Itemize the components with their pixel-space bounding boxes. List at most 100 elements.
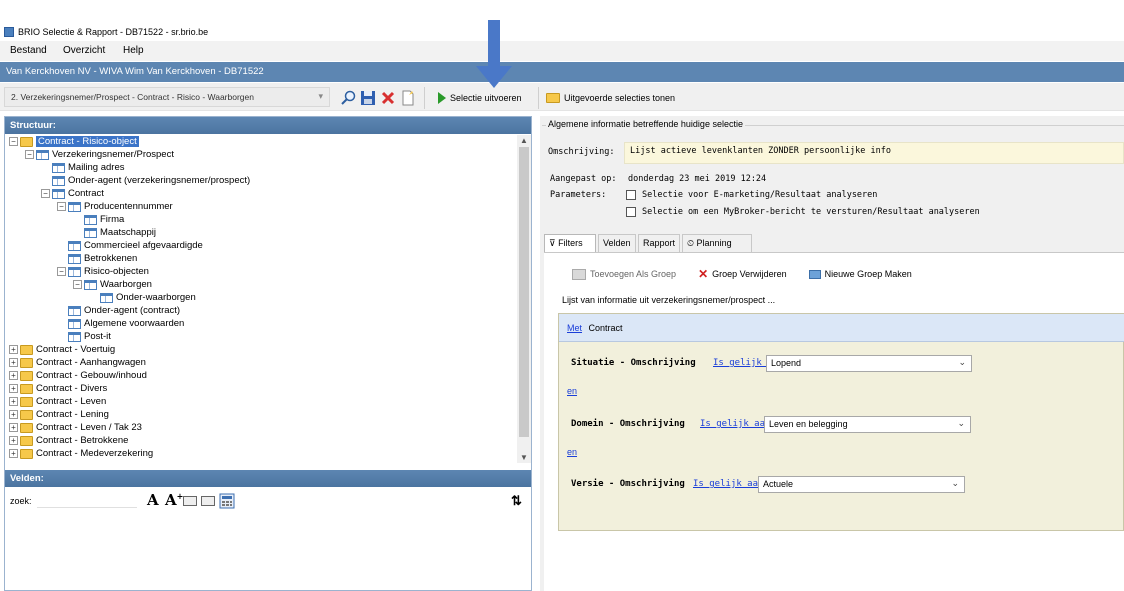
tree-item[interactable]: + Contract - Divers <box>9 382 107 395</box>
expand-icon[interactable]: + <box>9 371 18 380</box>
condition-value: Leven en belegging <box>769 419 848 429</box>
tree-item-label: Onder-agent (contract) <box>84 305 181 316</box>
chevron-down-icon: ⌄ <box>957 418 965 428</box>
tab-rapport[interactable]: Rapport <box>638 234 680 252</box>
expand-icon[interactable]: + <box>9 397 18 406</box>
tree-item[interactable]: Post-it <box>57 330 111 343</box>
new-group-button[interactable]: Nieuwe Groep Maken <box>808 269 912 279</box>
selection-info-panel: Algemene informatie betreffende huidige … <box>540 116 1124 591</box>
tree-item[interactable]: Maatschappij <box>73 226 156 239</box>
collapse-icon[interactable]: − <box>57 202 66 211</box>
tree-item[interactable]: Betrokkenen <box>57 252 137 265</box>
add-group-button[interactable]: Toevoegen Als Groep <box>572 268 676 280</box>
calculator-icon[interactable] <box>219 493 235 509</box>
condition-value-select[interactable]: Lopend ⌄ <box>766 355 972 372</box>
param-mybroker-checkbox[interactable] <box>626 207 636 217</box>
menu-overzicht[interactable]: Overzicht <box>63 45 105 56</box>
collapse-icon[interactable]: − <box>41 189 50 198</box>
view-list-icon[interactable] <box>183 496 197 506</box>
expand-icon[interactable]: + <box>9 410 18 419</box>
tree-item[interactable]: Firma <box>73 213 124 226</box>
save-icon[interactable] <box>360 90 376 106</box>
param-emarketing-label: Selectie voor E-marketing/Resultaat anal… <box>642 190 878 200</box>
tree-item[interactable]: Mailing adres <box>41 161 125 174</box>
list-description: Lijst van informatie uit verzekeringsnem… <box>562 295 776 305</box>
folder-icon <box>20 136 33 147</box>
delete-group-button[interactable]: ✕ Groep Verwijderen <box>698 267 787 281</box>
tree-item[interactable]: Onder-waarborgen <box>89 291 196 304</box>
tab-planning[interactable]: ⏲ Planning <box>682 234 752 252</box>
tree-item[interactable]: − Verzekeringsnemer/Prospect <box>25 148 174 161</box>
tree-item[interactable]: − Waarborgen <box>73 278 152 291</box>
new-document-icon[interactable] <box>400 90 416 106</box>
scroll-down-icon[interactable]: ▼ <box>520 453 528 462</box>
scroll-up-icon[interactable]: ▲ <box>520 136 528 145</box>
expand-icon[interactable]: + <box>9 436 18 445</box>
description-field[interactable]: Lijst actieve levenklanten ZONDER persoo… <box>624 142 1124 164</box>
expand-icon[interactable]: + <box>9 384 18 393</box>
tree-item[interactable]: + Contract - Lening <box>9 408 109 421</box>
tree-item[interactable]: Algemene voorwaarden <box>57 317 184 330</box>
menu-help[interactable]: Help <box>123 45 144 56</box>
tree-scrollbar[interactable]: ▲ ▼ <box>517 135 531 463</box>
tree-item[interactable]: + Contract - Aanhangwagen <box>9 356 146 369</box>
tab-velden[interactable]: Velden <box>598 234 636 252</box>
collapse-icon[interactable]: − <box>73 280 82 289</box>
tree-item-label: Algemene voorwaarden <box>84 318 185 329</box>
executed-selections-button[interactable]: Uitgevoerde selecties tonen <box>542 87 679 109</box>
scroll-thumb[interactable] <box>519 147 529 437</box>
search-input[interactable] <box>37 494 137 508</box>
expand-icon[interactable]: + <box>9 345 18 354</box>
tree-item[interactable]: + Contract - Gebouw/inhoud <box>9 369 147 382</box>
collapse-icon[interactable]: − <box>25 150 34 159</box>
tree-item[interactable]: + Contract - Leven / Tak 23 <box>9 421 142 434</box>
filter-icon: ⊽ <box>549 238 556 248</box>
table-icon <box>84 214 97 225</box>
tree-item[interactable]: + Contract - Leven <box>9 395 106 408</box>
expand-icon[interactable]: + <box>9 449 18 458</box>
tree-item[interactable]: − Risico-objecten <box>57 265 149 278</box>
condition-operator[interactable]: Is gelijk aan <box>700 419 770 429</box>
param-emarketing-checkbox[interactable] <box>626 190 636 200</box>
condition-operator[interactable]: Is gelijk aan <box>693 479 763 489</box>
folder-icon <box>20 422 33 433</box>
run-selection-button[interactable]: Selectie uitvoeren <box>434 87 526 109</box>
tree-item[interactable]: + Contract - Voertuig <box>9 343 115 356</box>
search-icon[interactable] <box>340 90 356 106</box>
and-link[interactable]: en <box>567 447 577 457</box>
group-with-link[interactable]: Met <box>567 323 582 333</box>
delete-icon[interactable] <box>380 90 396 106</box>
tree-item[interactable]: − Producentennummer <box>57 200 173 213</box>
parameters-label: Parameters: <box>550 190 607 200</box>
condition-value-select[interactable]: Leven en belegging ⌄ <box>764 416 971 433</box>
font-smaller-icon[interactable]: A+ <box>165 491 183 509</box>
filter-group: Met Contract Situatie - Omschrijving Is … <box>558 313 1124 531</box>
tree-item[interactable]: + Contract - Betrokkene <box>9 434 128 447</box>
tree-item-label: Mailing adres <box>68 162 125 173</box>
table-icon <box>68 318 81 329</box>
and-link[interactable]: en <box>567 386 577 396</box>
tree-item[interactable]: Onder-agent (contract) <box>57 304 180 317</box>
menu-bestand[interactable]: Bestand <box>10 45 47 56</box>
tree-item[interactable]: − Contract <box>41 187 104 200</box>
view-detail-icon[interactable] <box>201 496 215 506</box>
font-larger-icon[interactable]: A <box>147 491 159 509</box>
expand-icon[interactable]: + <box>9 358 18 367</box>
tree-item-label: Contract - Lening <box>36 409 109 420</box>
expand-icon[interactable]: + <box>9 423 18 432</box>
description-value: Lijst actieve levenklanten ZONDER persoo… <box>630 146 891 156</box>
tree-item[interactable]: Onder-agent (verzekeringsnemer/prospect) <box>41 174 250 187</box>
tree-item-label: Contract - Voertuig <box>36 344 116 355</box>
tree-item-label: Contract - Leven / Tak 23 <box>36 422 142 433</box>
tree-item[interactable]: − Contract - Risico-object <box>9 135 139 148</box>
table-icon <box>68 253 81 264</box>
selection-dropdown[interactable]: 2. Verzekeringsnemer/Prospect - Contract… <box>4 87 330 107</box>
condition-value-select[interactable]: Actuele ⌄ <box>758 476 965 493</box>
tree-item[interactable]: Commercieel afgevaardigde <box>57 239 203 252</box>
collapse-icon[interactable]: − <box>57 267 66 276</box>
sort-icon[interactable]: ⇅ <box>511 493 522 509</box>
collapse-icon[interactable]: − <box>9 137 18 146</box>
chevron-down-icon: ▾ <box>318 91 323 101</box>
tab-filters[interactable]: ⊽ Filters <box>544 234 596 252</box>
tree-item[interactable]: + Contract - Medeverzekering <box>9 447 153 460</box>
